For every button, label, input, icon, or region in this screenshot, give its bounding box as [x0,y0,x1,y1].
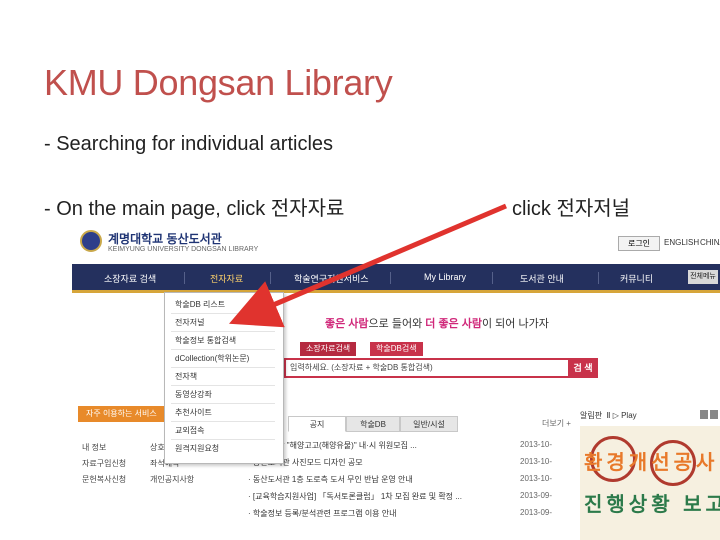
tab-academic-db[interactable]: 학술DB [346,416,400,432]
dropdown-item-recommended-sites[interactable]: 추천사이트 [175,407,212,418]
nav-separator [270,272,271,284]
search-button[interactable]: 검 색 [568,358,598,378]
dropdown-divider [171,403,275,404]
dropdown-item-integrated-search[interactable]: 학술정보 통합검색 [175,335,236,346]
nav-separator [390,272,391,284]
nav-electronic-resources[interactable]: 전자자료 [210,272,243,285]
tab-catalog-search[interactable]: 소장자료검색 [300,342,357,356]
banner-text-line1: 환경개선공사 [584,452,719,474]
nav-all-menu[interactable]: 전체메뉴 [688,270,718,284]
quick-item[interactable]: 자료구입신청 [82,458,126,469]
notice-date: 2013-10- [520,457,553,466]
electronic-resources-dropdown: 학술DB 리스트 전자저널 학술정보 통합검색 dCollection(학위논문… [164,292,284,464]
slide-title: KMU Dongsan Library [44,62,393,103]
tab-notice[interactable]: 공지 [288,416,346,432]
china-link[interactable]: CHINA [700,238,720,247]
dropdown-item-db-list[interactable]: 학술DB 리스트 [175,299,225,310]
tab-general-facility[interactable]: 일반/시설 [400,416,458,432]
search-input[interactable]: 입력하세요. (소장자료 + 학술DB 통합검색) [284,358,570,378]
dropdown-divider [171,367,275,368]
slogan-part: 더 좋은 사람 [425,318,482,330]
dropdown-item-video-lectures[interactable]: 동영상강좌 [175,389,212,400]
bullet-main-page-instruction: - On the main page, click 전자자료 [44,198,345,220]
banner-text-line2: 진행상황 보고 [584,494,720,516]
quick-item[interactable]: 문헌복사신청 [82,474,126,485]
library-logo[interactable]: 계명대학교 동산도서관 [108,230,222,247]
nav-separator [492,272,493,284]
slide-top-band [0,0,720,28]
notice-date: 2013-10- [520,440,553,449]
nav-community[interactable]: 커뮤니티 [620,272,653,285]
notice-item[interactable]: · 학술정보 등록/분석관련 프로그램 이용 안내 [248,508,396,519]
notice-date: 2013-10- [520,474,553,483]
notice-board-header: 알림판 Ⅱ ▷ Play [580,411,637,420]
notice-date: 2013-09- [520,508,553,517]
dropdown-item-off-campus-access[interactable]: 교외접속 [175,425,204,436]
login-button[interactable]: 로그인 [618,236,660,251]
nav-catalog-search[interactable]: 소장자료 검색 [104,272,156,285]
dropdown-item-ebook[interactable]: 전자책 [175,371,197,382]
more-link[interactable]: 더보기 + [542,418,571,429]
slogan-part: 으로 들어와 [368,318,426,330]
notice-item[interactable]: · [교육학습지원사업] 「독서토론클럽」 1차 모집 완료 및 확정 ... [248,491,462,502]
quick-item[interactable]: 개인공지사항 [150,474,194,485]
tab-db-search[interactable]: 학술DB검색 [370,342,423,356]
quick-services-header: 자주 이용하는 서비스 [78,406,170,422]
dropdown-item-remote-support[interactable]: 원격지원요청 [175,443,219,454]
nav-separator [598,272,599,284]
nav-library-guide[interactable]: 도서관 안내 [520,272,564,285]
library-slogan: 좋은 사람으로 들어와 더 좋은 사람이 되어 나가자 [325,315,549,331]
prev-arrow-icon[interactable] [700,410,708,419]
dropdown-divider [171,421,275,422]
dropdown-divider [171,313,275,314]
notice-date: 2013-09- [520,491,553,500]
slogan-part: 좋은 사람 [325,318,369,330]
slogan-part: 이 되어 나가자 [481,318,549,330]
dropdown-divider [171,349,275,350]
dropdown-divider [171,331,275,332]
dropdown-item-ejournal[interactable]: 전자저널 [175,317,204,328]
dropdown-divider [171,439,275,440]
english-link[interactable]: ENGLISH [664,238,699,247]
nav-research-support[interactable]: 학술연구지원서비스 [294,272,369,285]
nav-separator [184,272,185,284]
library-logo-subtitle: KEIMYUNG UNIVERSITY DONGSAN LIBRARY [108,246,259,253]
quick-item[interactable]: 내 정보 [82,442,106,453]
dropdown-divider [171,385,275,386]
nav-my-library[interactable]: My Library [424,272,466,282]
renovation-banner[interactable]: 환경개선공사 진행상황 보고 [580,426,720,540]
notice-item[interactable]: · 동산도서관 1층 도로측 도서 무인 반납 운영 안내 [248,474,413,485]
university-emblem-icon [80,230,102,252]
bullet-click-ejournal: click 전자저널 [512,198,631,220]
notice-board-title: 알림판 [580,411,603,420]
main-nav: 소장자료 검색 전자자료 학술연구지원서비스 My Library 도서관 안내… [72,264,720,293]
bullet-searching-articles: - Searching for individual articles [44,133,334,155]
library-homepage-screenshot: 계명대학교 동산도서관 KEIMYUNG UNIVERSITY DONGSAN … [72,220,720,540]
dropdown-item-dcollection[interactable]: dCollection(학위논문) [175,353,249,364]
next-arrow-icon[interactable] [710,410,718,419]
notice-board-play[interactable]: Play [621,411,637,420]
